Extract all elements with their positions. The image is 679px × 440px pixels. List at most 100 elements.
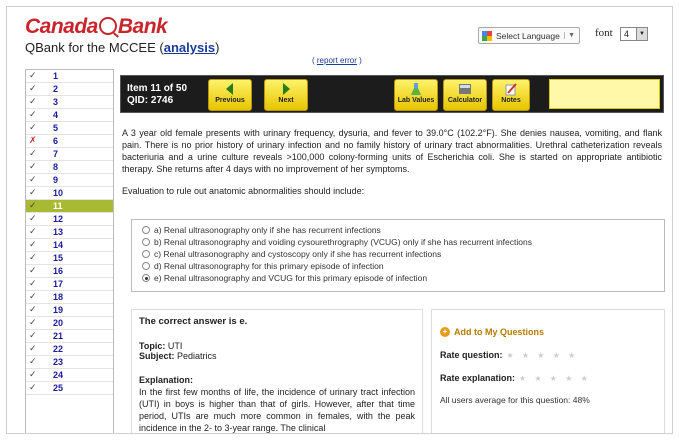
check-icon: ✓ [29,382,37,392]
check-icon: ✓ [29,161,37,171]
arrow-left-icon [226,83,233,95]
sidebar-question-item[interactable]: ✓ 16 [26,265,113,278]
sidebar-question-item[interactable]: ✓ 18 [26,291,113,304]
answer-option-label: d) Renal ultrasonography for this primar… [154,261,384,271]
rate-question: Rate question: ★ ★ ★ ★ ★ [440,350,579,360]
radio-button[interactable] [142,274,150,282]
previous-button[interactable]: Previous [208,79,252,111]
sidebar-question-number: 8 [53,162,59,172]
language-select[interactable]: Select Language ▼ [478,27,580,44]
answer-option[interactable]: a) Renal ultrasonography only if she has… [142,224,654,236]
sidebar-question-item[interactable]: ✓ 24 [26,369,113,382]
sidebar-question-number: 9 [53,175,59,185]
cross-icon: ✗ [29,135,37,145]
topic-value: UTI [167,341,183,351]
chevron-down-icon: ▼ [636,28,647,40]
calculator-button[interactable]: Calculator [443,79,487,111]
answer-option[interactable]: b) Renal ultrasonography and voiding cys… [142,236,654,248]
sidebar-question-item[interactable]: ✓ 5 [26,122,113,135]
sidebar-question-item[interactable]: ✓ 25 [26,382,113,395]
sidebar-question-number: 5 [53,123,59,133]
sidebar-question-number: 17 [53,279,64,289]
page-subtitle: QBank for the MCCEE (analysis) [25,40,220,55]
check-icon: ✓ [29,291,37,301]
sidebar-question-item[interactable]: ✓ 8 [26,161,113,174]
answer-option[interactable]: e) Renal ultrasonography and VCUG for th… [142,272,654,284]
analysis-link[interactable]: analysis [164,40,215,55]
answer-option-label: e) Renal ultrasonography and VCUG for th… [154,273,428,283]
sidebar-question-item[interactable]: ✓ 22 [26,343,113,356]
sidebar-question-item[interactable]: ✓ 15 [26,252,113,265]
sidebar-question-number: 22 [53,344,64,354]
check-icon: ✓ [29,265,37,275]
answer-option[interactable]: c) Renal ultrasonography and cystoscopy … [142,248,654,260]
sidebar-question-number: 7 [53,149,59,159]
sidebar-question-item[interactable]: ✓ 21 [26,330,113,343]
answer-option-label: a) Renal ultrasonography only if she has… [154,225,381,235]
sidebar-question-item[interactable]: ✓ 1 [26,70,113,83]
sidebar-question-item[interactable]: ✓ 14 [26,239,113,252]
font-label: font [595,27,613,39]
sidebar-question-number: 21 [53,331,64,341]
add-to-my-questions-button[interactable]: + Add to My Questions [440,327,656,337]
sidebar-question-item[interactable]: ✓ 3 [26,96,113,109]
sidebar-question-number: 4 [53,110,59,120]
check-icon: ✓ [29,330,37,340]
subject-value: Pediatrics [177,351,217,361]
sidebar-question-item[interactable]: ✓ 4 [26,109,113,122]
report-error-link[interactable]: report error [317,56,357,65]
check-icon: ✓ [29,278,37,288]
check-icon: ✓ [29,343,37,353]
check-icon: ✓ [29,96,37,106]
check-icon: ✓ [29,356,37,366]
font-size-select[interactable]: 4 ▼ [620,27,648,41]
question-content: A 3 year old female presents with urinar… [122,127,662,196]
sidebar-question-item[interactable]: ✓ 17 [26,278,113,291]
correct-answer: The correct answer is e. [139,316,248,327]
rate-explanation-stars[interactable]: ★ ★ ★ ★ ★ [519,374,591,383]
sidebar-question-item[interactable]: ✓ 13 [26,226,113,239]
check-icon: ✓ [29,213,37,223]
sidebar-question-number: 1 [53,71,59,81]
average-text: All users average for this question: 48% [440,395,590,405]
site-logo[interactable]: Canada Bank [25,15,168,39]
sidebar-question-number: 16 [53,266,64,276]
check-icon: ✓ [29,109,37,119]
chevron-down-icon: ▼ [564,32,575,39]
sidebar-question-item[interactable]: ✗ 6 [26,135,113,148]
sidebar-question-number: 15 [53,253,64,263]
sidebar-question-item[interactable]: ✓ 23 [26,356,113,369]
sidebar-question-item[interactable]: ✓ 12 [26,213,113,226]
rate-question-stars[interactable]: ★ ★ ★ ★ ★ [507,351,579,360]
explanation-body: In the first few months of life, the inc… [139,387,415,433]
check-icon: ✓ [29,252,37,262]
sidebar-question-item[interactable]: ✓ 10 [26,187,113,200]
sidebar-question-number: 12 [53,214,64,224]
check-icon: ✓ [29,369,37,379]
notes-button[interactable]: Notes [492,79,530,111]
sidebar-question-number: 18 [53,292,64,302]
flask-icon [411,83,421,95]
radio-button[interactable] [142,250,150,258]
sidebar-question-number: 14 [53,240,64,250]
rating-panel: + Add to My Questions Rate question: ★ ★ ★… [431,309,665,433]
next-button[interactable]: Next [264,79,308,111]
sidebar-question-item[interactable]: ✓ 7 [26,148,113,161]
sidebar-question-item[interactable]: ✓ 20 [26,317,113,330]
answer-option[interactable]: d) Renal ultrasonography for this primar… [142,260,654,272]
explanation-panel: The correct answer is e. Topic: UTI Subj… [131,309,423,433]
calculator-icon [459,84,471,94]
sidebar-question-item[interactable]: ✓ 2 [26,83,113,96]
topic-line: Topic: UTI Subject: Pediatrics [139,341,217,361]
language-select-label: Select Language [496,30,560,41]
radio-button[interactable] [142,262,150,270]
sidebar-question-number: 6 [53,136,59,146]
question-prompt: Evaluation to rule out anatomic abnormal… [122,186,365,196]
sidebar-question-item[interactable]: ✓ 11 [26,200,113,213]
sidebar-question-number: 19 [53,305,64,315]
sidebar-question-item[interactable]: ✓ 9 [26,174,113,187]
sidebar-question-item[interactable]: ✓ 19 [26,304,113,317]
radio-button[interactable] [142,238,150,246]
radio-button[interactable] [142,226,150,234]
lab-values-button[interactable]: Lab Values [394,79,438,111]
